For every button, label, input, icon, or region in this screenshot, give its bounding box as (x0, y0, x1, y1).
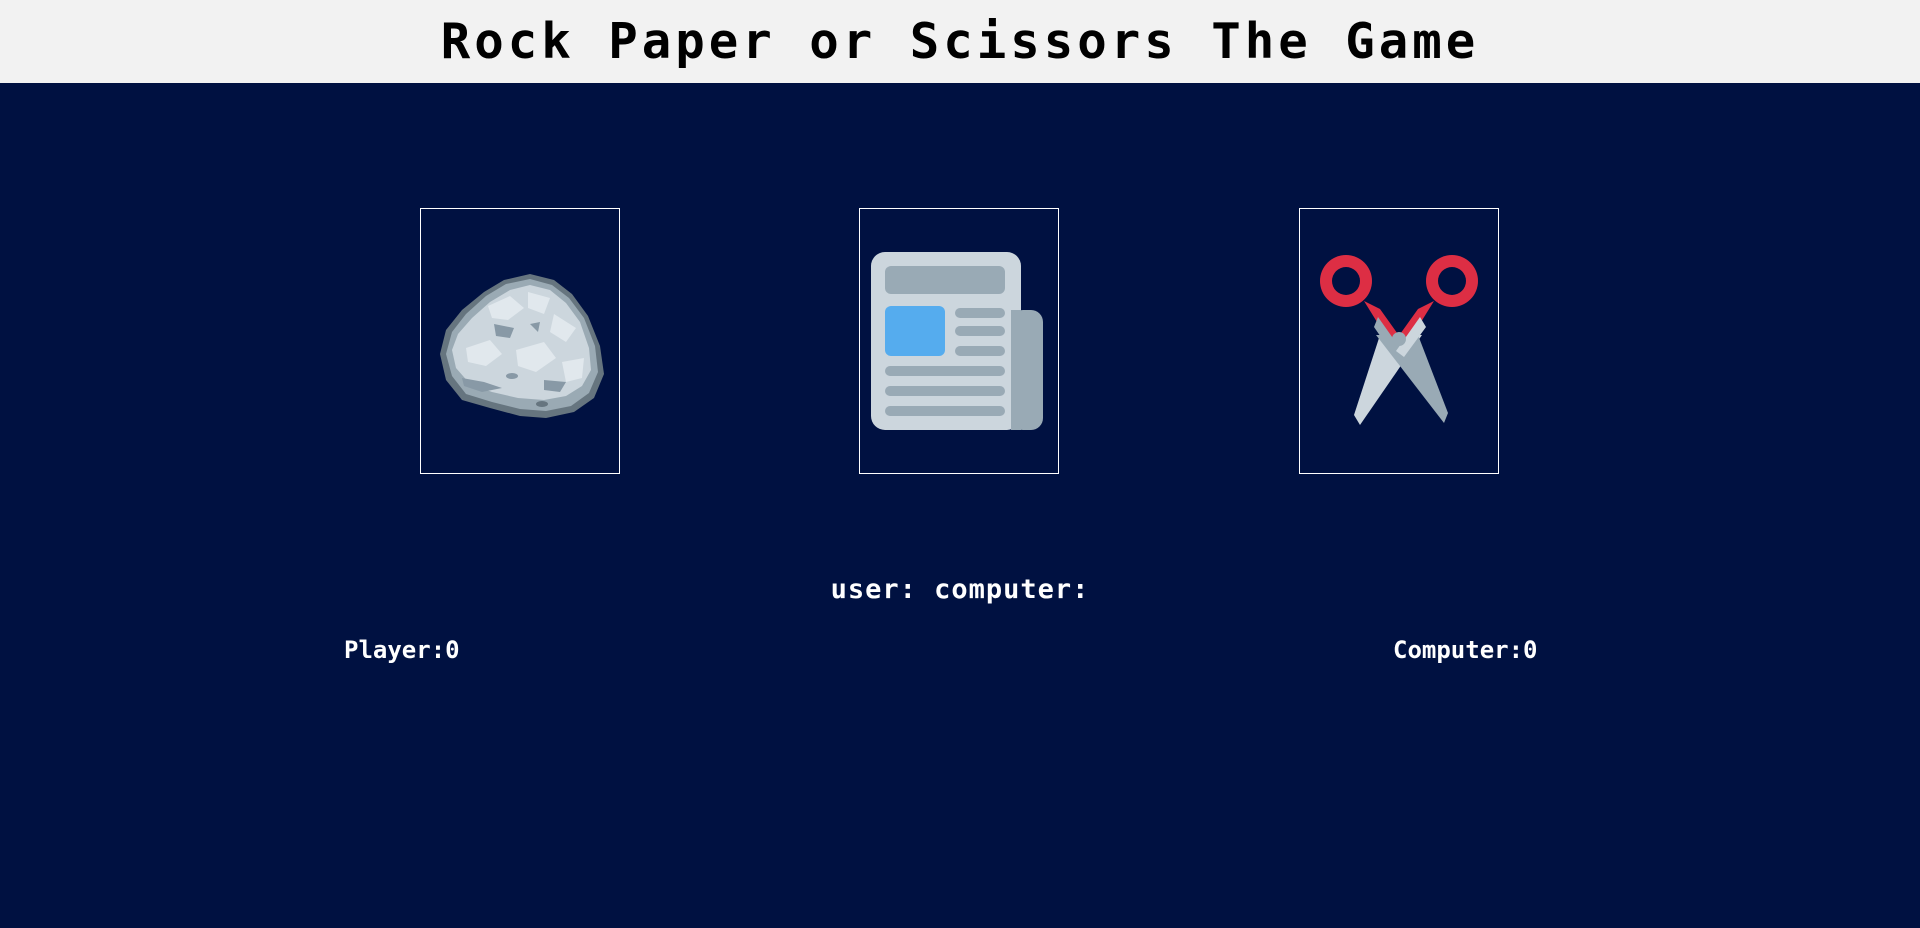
user-choice-label: user: (830, 574, 917, 605)
rock-choice-button[interactable] (420, 208, 620, 474)
paper-choice-button[interactable] (859, 208, 1059, 474)
scissors-icon (1320, 255, 1478, 425)
choice-status: user: computer: (0, 574, 1920, 605)
player-score-value: 0 (445, 636, 460, 664)
computer-score: Computer:0 (1393, 636, 1538, 664)
newspaper-icon (871, 252, 1043, 430)
page-title: Rock Paper or Scissors The Game (440, 13, 1480, 70)
computer-score-value: 0 (1523, 636, 1538, 664)
player-score-label: Player: (344, 636, 446, 664)
computer-choice-label: computer: (934, 574, 1090, 605)
computer-score-label: Computer: (1393, 636, 1524, 664)
scissors-choice-button[interactable] (1299, 208, 1499, 474)
player-score: Player:0 (344, 636, 460, 664)
rock-icon (440, 274, 604, 418)
page-header: Rock Paper or Scissors The Game (0, 0, 1920, 83)
